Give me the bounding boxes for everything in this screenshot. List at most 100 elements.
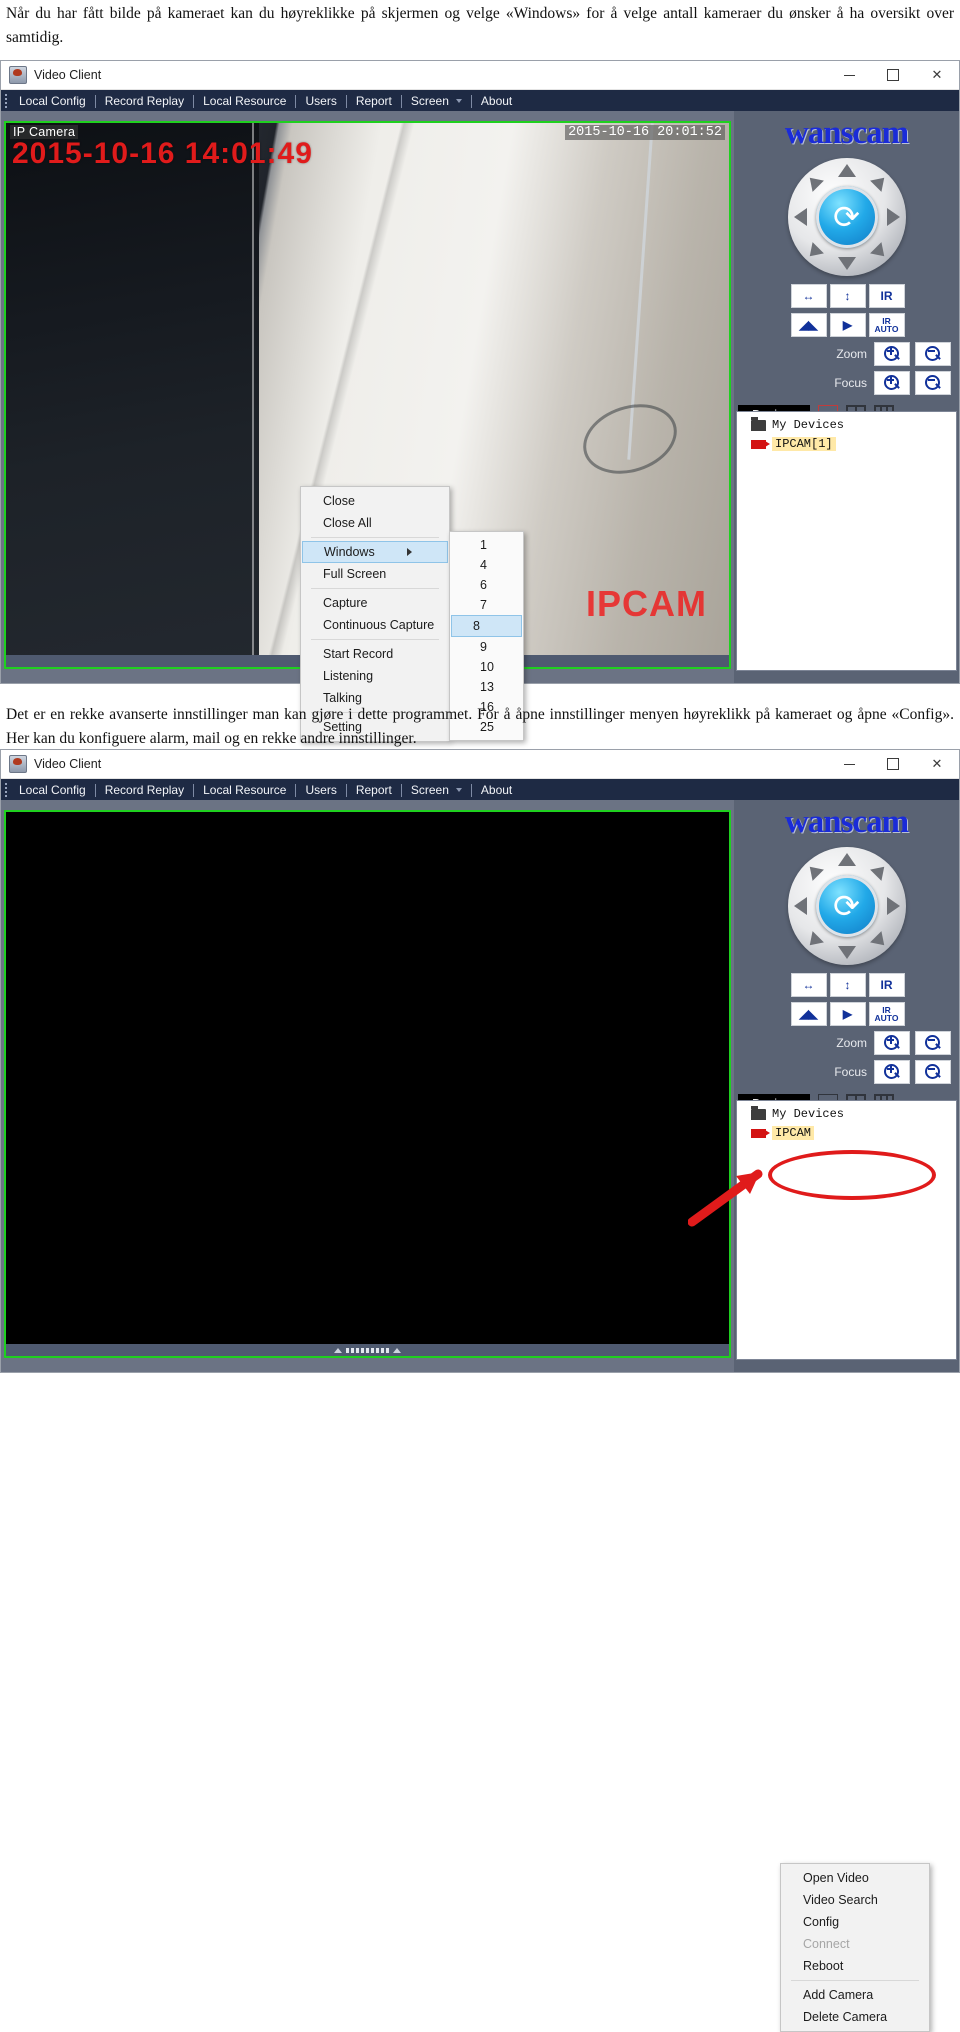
ptz-down-arrow-icon[interactable]: [837, 257, 856, 270]
ctx-item-windows[interactable]: Windows: [302, 541, 448, 563]
menu-item-about[interactable]: About: [472, 94, 521, 108]
ctx-item-capture[interactable]: Capture: [301, 592, 449, 614]
maximize-button[interactable]: [871, 61, 915, 89]
tree-camera-item[interactable]: IPCAM[1]: [751, 437, 956, 451]
ir-auto-bottom: AUTO: [874, 1013, 899, 1023]
minimize-button[interactable]: [827, 61, 871, 89]
focus-in-button[interactable]: [874, 1060, 910, 1084]
menu-item-report[interactable]: Report: [347, 783, 401, 797]
menu-item-about[interactable]: About: [472, 783, 521, 797]
count-option-7[interactable]: 7: [450, 595, 523, 615]
count-option-6[interactable]: 6: [450, 575, 523, 595]
flip-button[interactable]: ▶: [829, 313, 866, 337]
ptz-down-left-arrow-icon[interactable]: [803, 931, 824, 951]
ptz-up-arrow-icon[interactable]: [837, 853, 856, 866]
menu-item-local-resource[interactable]: Local Resource: [194, 783, 295, 797]
menu-item-report[interactable]: Report: [347, 94, 401, 108]
count-option-10[interactable]: 10: [450, 657, 523, 677]
ptz-up-left-arrow-icon[interactable]: [803, 172, 824, 192]
menu-item-users[interactable]: Users: [296, 94, 345, 108]
ir-button[interactable]: IR: [868, 973, 905, 997]
menu-grip[interactable]: [1, 779, 10, 801]
video-control-strip-2[interactable]: [6, 1344, 729, 1356]
tree-camera-label: IPCAM: [772, 1126, 815, 1140]
magnifier-plus-icon: [884, 1064, 900, 1080]
ir-auto-button[interactable]: IR AUTO: [868, 1002, 905, 1026]
ctx-item-reboot[interactable]: Reboot: [781, 1955, 929, 1977]
video-pane-2[interactable]: [4, 810, 731, 1358]
ptz-right-arrow-icon[interactable]: [886, 208, 900, 226]
menu-item-local-config[interactable]: Local Config: [10, 783, 95, 797]
count-option-8[interactable]: 8: [451, 615, 522, 637]
close-button[interactable]: ✕: [915, 750, 959, 778]
ptz-up-left-arrow-icon[interactable]: [803, 861, 824, 881]
ptz-control-pad[interactable]: ⟳: [787, 158, 906, 276]
menu-item-record-replay[interactable]: Record Replay: [96, 783, 193, 797]
menu-item-local-resource[interactable]: Local Resource: [194, 94, 295, 108]
ptz-down-right-arrow-icon[interactable]: [869, 931, 890, 951]
ctx-item-listening[interactable]: Listening: [301, 665, 449, 687]
refresh-icon[interactable]: ⟳: [815, 875, 878, 937]
ctx-item-config[interactable]: Config: [781, 1911, 929, 1933]
menu-grip[interactable]: [1, 90, 10, 112]
device-tree-panel-2[interactable]: My Devices IPCAM: [736, 1100, 957, 1360]
ctx-item-close[interactable]: Close: [301, 490, 449, 512]
mirror-button[interactable]: ◢◣: [790, 313, 827, 337]
focus-out-button[interactable]: [915, 1060, 951, 1084]
tree-root-item[interactable]: My Devices: [751, 1105, 956, 1121]
horizontal-scan-button[interactable]: ↔: [790, 973, 827, 997]
menu-item-screen[interactable]: Screen: [402, 94, 471, 108]
ptz-down-arrow-icon[interactable]: [837, 946, 856, 959]
count-option-13[interactable]: 13: [450, 677, 523, 697]
menu-item-record-replay[interactable]: Record Replay: [96, 94, 193, 108]
close-button[interactable]: ✕: [915, 61, 959, 89]
config-pointer-arrow: [688, 1169, 763, 1227]
maximize-button[interactable]: [871, 750, 915, 778]
camera-function-buttons-2: ↔ ↕ IR ◢◣ ▶ IR AUTO: [790, 973, 905, 1026]
tree-camera-item[interactable]: IPCAM: [751, 1126, 956, 1140]
ptz-down-right-arrow-icon[interactable]: [869, 242, 890, 262]
ctx-item-full-screen[interactable]: Full Screen: [301, 563, 449, 585]
zoom-label: Zoom: [836, 347, 867, 361]
count-option-9[interactable]: 9: [450, 637, 523, 657]
camera-context-menu[interactable]: Open Video Video Search Config Connect R…: [780, 1863, 930, 2032]
ctx-item-close-all[interactable]: Close All: [301, 512, 449, 534]
ptz-up-right-arrow-icon[interactable]: [869, 861, 890, 881]
refresh-icon[interactable]: ⟳: [815, 186, 878, 248]
vertical-scan-button[interactable]: ↕: [829, 973, 866, 997]
flip-button[interactable]: ▶: [829, 1002, 866, 1026]
zoom-out-button[interactable]: [915, 1031, 951, 1055]
count-option-4[interactable]: 4: [450, 555, 523, 575]
folder-icon: [751, 1105, 766, 1120]
zoom-out-button[interactable]: [915, 342, 951, 366]
menu-item-screen[interactable]: Screen: [402, 783, 471, 797]
minimize-button[interactable]: [827, 750, 871, 778]
ptz-right-arrow-icon[interactable]: [886, 897, 900, 915]
menu-item-local-config[interactable]: Local Config: [10, 94, 95, 108]
ptz-left-arrow-icon[interactable]: [793, 897, 807, 915]
count-option-1[interactable]: 1: [450, 535, 523, 555]
ptz-left-arrow-icon[interactable]: [793, 208, 807, 226]
ctx-item-add-camera[interactable]: Add Camera: [781, 1984, 929, 2006]
horizontal-scan-button[interactable]: ↔: [790, 284, 827, 308]
zoom-in-button[interactable]: [874, 342, 910, 366]
ptz-up-arrow-icon[interactable]: [837, 164, 856, 177]
ir-button[interactable]: IR: [868, 284, 905, 308]
ctx-item-video-search[interactable]: Video Search: [781, 1889, 929, 1911]
focus-in-button[interactable]: [874, 371, 910, 395]
ptz-up-right-arrow-icon[interactable]: [869, 172, 890, 192]
ptz-down-left-arrow-icon[interactable]: [803, 242, 824, 262]
tree-root-item[interactable]: My Devices: [751, 416, 956, 432]
menu-item-users[interactable]: Users: [296, 783, 345, 797]
focus-out-button[interactable]: [915, 371, 951, 395]
ctx-item-continuous-capture[interactable]: Continuous Capture: [301, 614, 449, 636]
ptz-control-pad[interactable]: ⟳: [787, 847, 906, 965]
zoom-in-button[interactable]: [874, 1031, 910, 1055]
ctx-item-open-video[interactable]: Open Video: [781, 1867, 929, 1889]
ir-auto-button[interactable]: IR AUTO: [868, 313, 905, 337]
ctx-item-delete-camera[interactable]: Delete Camera: [781, 2006, 929, 2028]
vertical-scan-button[interactable]: ↕: [829, 284, 866, 308]
mirror-button[interactable]: ◢◣: [790, 1002, 827, 1026]
device-tree-panel-1[interactable]: My Devices IPCAM[1]: [736, 411, 957, 671]
ctx-item-start-record[interactable]: Start Record: [301, 643, 449, 665]
